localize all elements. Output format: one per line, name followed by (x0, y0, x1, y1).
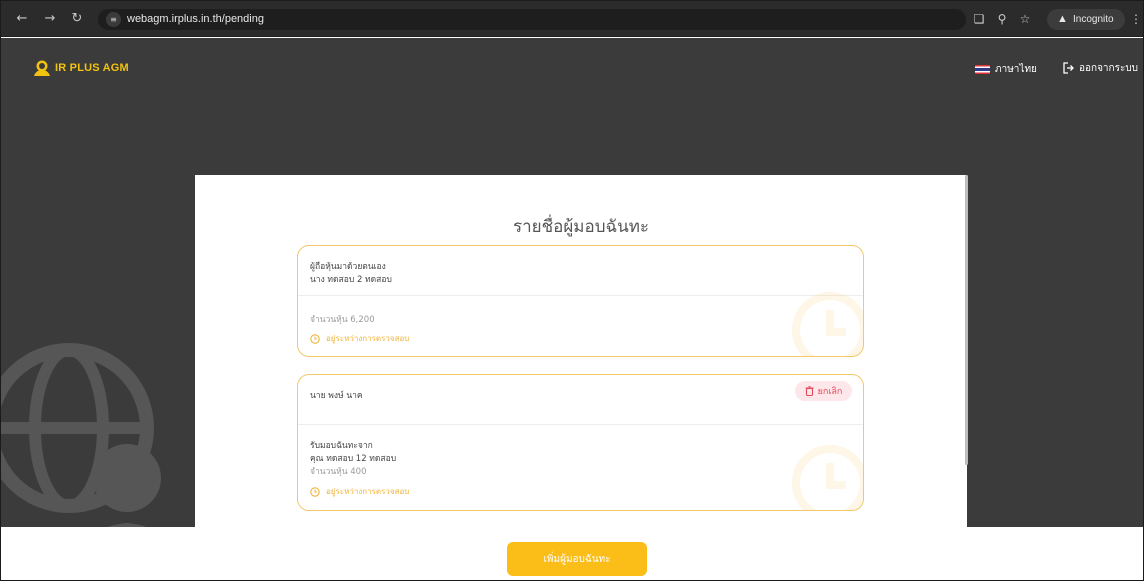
logout-label: ออกจากระบบ (1079, 62, 1139, 74)
brand-name: IR PLUS AGM (55, 62, 129, 74)
language-label: ภาษาไทย (995, 63, 1037, 75)
panel-scrollbar[interactable] (965, 175, 968, 465)
logo[interactable]: IR PLUS AGM (33, 60, 129, 76)
zoom-icon[interactable]: ⚲ (993, 10, 1011, 28)
browser-menu-icon[interactable]: ⋮ (1130, 10, 1142, 28)
incognito-label: Incognito (1073, 14, 1114, 25)
translate-icon[interactable]: ❏ (970, 10, 988, 28)
back-icon[interactable]: ← (13, 10, 31, 28)
received-from-label: รับมอบฉันทะจาก (310, 441, 373, 451)
reload-icon[interactable]: ↻ (68, 10, 86, 28)
address-bar[interactable]: ≡ webagm.irplus.in.th/pending (98, 9, 966, 30)
bottom-action-bar: เพิ่มผู้มอบฉันทะ (1, 527, 1143, 580)
bookmark-star-icon[interactable]: ☆ (1016, 10, 1034, 28)
logout-icon (1063, 62, 1074, 74)
language-switch[interactable]: ภาษาไทย (975, 62, 1037, 76)
logout-button[interactable]: ออกจากระบบ (1062, 60, 1138, 76)
grantor-name: คุณ ทดสอบ 12 ทดสอบ (310, 454, 397, 464)
page-title: รายชื่อผู้มอบฉันทะ (512, 217, 650, 237)
status-badge: อยู่ระหว่างการตรวจสอบ (310, 485, 409, 498)
thai-flag-icon (975, 64, 990, 74)
card-body: รับมอบฉันทะจาก คุณ ทดสอบ 12 ทดสอบ จำนวนห… (298, 426, 863, 510)
status-text: อยู่ระหว่างการตรวจสอบ (326, 487, 410, 496)
card-header: นาย พงษ์ นาค ยกเลิก (298, 375, 863, 425)
app-header: IR PLUS AGM ภาษาไทย ออกจากระบบ (1, 38, 1143, 98)
cancel-button[interactable]: ยกเลิก (795, 381, 852, 401)
proxy-list-panel: รายชื่อผู้มอบฉันทะ ผู้ถือหุ้นมาด้วยตนเอง… (195, 175, 967, 530)
proxy-name: นาย พงษ์ นาค (310, 391, 363, 401)
status-text: อยู่ระหว่างการตรวจสอบ (326, 334, 410, 343)
status-badge: อยู่ระหว่างการตรวจสอบ (310, 332, 409, 345)
trash-icon (805, 386, 814, 396)
card-type-label: ผู้ถือหุ้นมาด้วยตนเอง (310, 262, 386, 272)
clock-icon (310, 486, 320, 497)
clock-icon (310, 333, 320, 344)
browser-window: ← → ↻ ≡ webagm.irplus.in.th/pending ❏ ⚲ … (0, 0, 1144, 581)
cancel-label: ยกเลิก (817, 387, 843, 397)
forward-icon[interactable]: → (41, 10, 59, 28)
proxy-card: ผู้ถือหุ้นมาด้วยตนเอง นาง ทดสอบ 2 ทดสอบ … (297, 245, 864, 357)
incognito-icon: ▲ (1057, 13, 1068, 25)
card-body: จำนวนหุ้น 6,200 อยู่ระหว่างการตรวจสอบ (298, 297, 863, 356)
url-text[interactable]: webagm.irplus.in.th/pending (127, 12, 264, 27)
incognito-button[interactable]: ▲ Incognito (1047, 9, 1125, 30)
add-proxy-button[interactable]: เพิ่มผู้มอบฉันทะ (507, 542, 647, 576)
logo-icon (34, 60, 50, 76)
clock-watermark-icon (792, 292, 863, 356)
shares-count: จำนวนหุ้น 6,200 (310, 315, 375, 325)
card-header: ผู้ถือหุ้นมาด้วยตนเอง นาง ทดสอบ 2 ทดสอบ (298, 246, 863, 296)
browser-toolbar: ← → ↻ ≡ webagm.irplus.in.th/pending ❏ ⚲ … (1, 1, 1143, 37)
shareholder-name: นาง ทดสอบ 2 ทดสอบ (310, 275, 392, 285)
clock-watermark-icon (792, 445, 863, 510)
site-info-icon[interactable]: ≡ (106, 12, 121, 27)
shares-count: จำนวนหุ้น 400 (310, 467, 367, 477)
proxy-card: นาย พงษ์ นาค ยกเลิก รับมอบฉันทะจาก คุณ ท… (297, 374, 864, 511)
page-background: IR PLUS AGM ภาษาไทย ออกจากระบบ รายชื่อผู… (1, 38, 1143, 580)
